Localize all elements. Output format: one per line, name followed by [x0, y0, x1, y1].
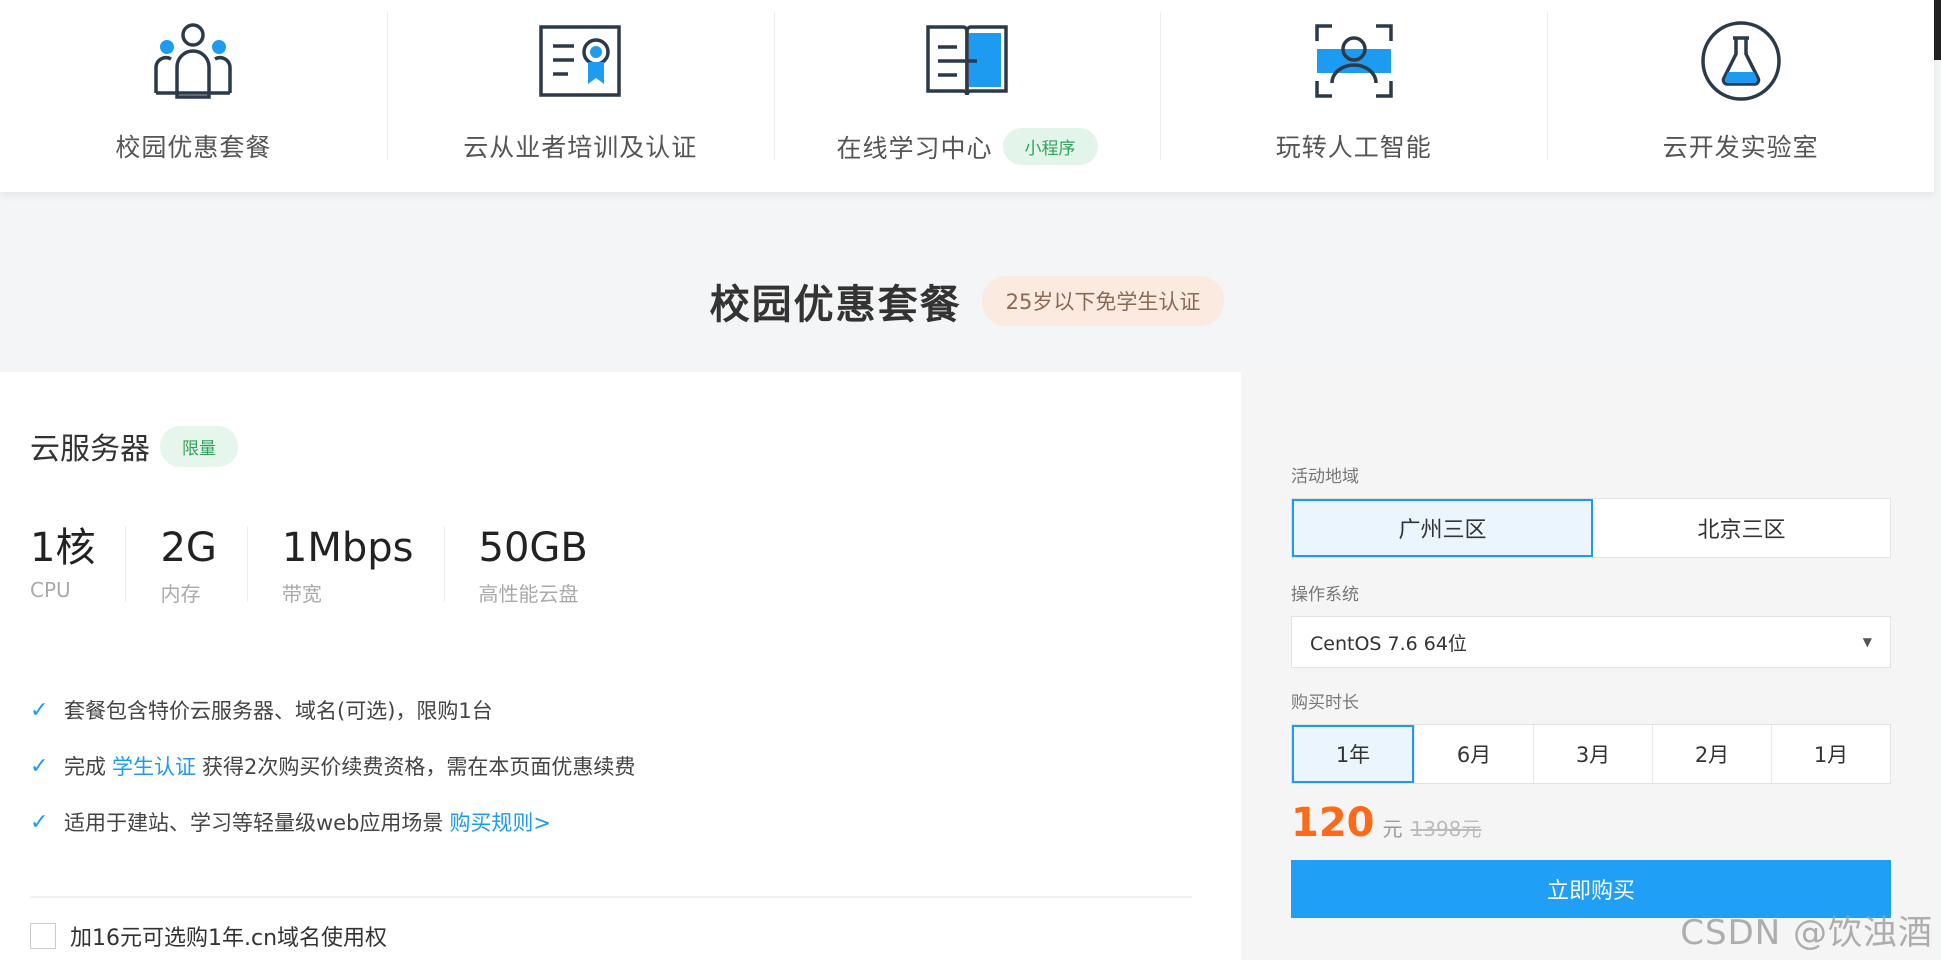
feature-item: ✓ 套餐包含特价云服务器、域名(可选)，限购1台 — [30, 682, 635, 738]
nav-label: 在线学习中心 — [836, 133, 993, 163]
order-panel: 活动地域 广州三区 北京三区 操作系统 CentOS 7.6 64位 ▼ 购买时… — [1241, 372, 1934, 960]
section-header: 校园优惠套餐 25岁以下免学生认证 — [0, 272, 1934, 330]
caret-down-icon: ▼ — [1862, 635, 1872, 649]
group-users-icon — [148, 16, 238, 106]
scrollbar-thumb[interactable] — [1934, 0, 1941, 60]
feature-item: ✓ 适用于建站、学习等轻量级web应用场景 购买规则> — [30, 794, 635, 850]
os-select[interactable]: CentOS 7.6 64位 ▼ — [1291, 616, 1891, 668]
price-row: 120 元 1398元 — [1291, 800, 1481, 846]
spec-value: 1核 — [30, 525, 96, 571]
student-auth-link[interactable]: 学生认证 — [112, 751, 196, 781]
feature-list: ✓ 套餐包含特价云服务器、域名(可选)，限购1台 ✓ 完成 学生认证 获得2次购… — [30, 682, 635, 850]
flask-icon — [1696, 16, 1786, 106]
feature-text: 完成 — [64, 755, 106, 779]
nav-label: 云从业者培训及认证 — [463, 133, 698, 162]
duration-option-6m[interactable]: 6月 — [1414, 725, 1533, 783]
section-title: 校园优惠套餐 — [709, 282, 962, 328]
spec-value: 2G — [160, 525, 217, 571]
watermark: CSDN @饮浊酒 — [1680, 913, 1933, 953]
product-title: 云服务器 — [30, 432, 150, 467]
product-card: 云服务器 限量 1核 CPU 2G 内存 1Mbps 带宽 50GB 高性能云盘… — [0, 372, 1241, 960]
certificate-icon — [535, 16, 625, 106]
duration-label: 购买时长 — [1291, 693, 1359, 713]
divider — [30, 896, 1192, 898]
purchase-rules-link[interactable]: 购买规则> — [449, 807, 551, 837]
spec-label: 内存 — [160, 582, 201, 606]
duration-selector: 1年 6月 3月 2月 1月 — [1291, 724, 1891, 784]
spec-value: 50GB — [478, 525, 588, 571]
nav-item-campus-package[interactable]: 校园优惠套餐 — [0, 0, 387, 192]
check-icon: ✓ — [30, 753, 49, 779]
mini-program-badge: 小程序 — [1002, 128, 1098, 165]
region-label: 活动地域 — [1291, 467, 1359, 487]
check-icon: ✓ — [30, 697, 49, 723]
face-scan-icon — [1309, 16, 1399, 106]
duration-option-1y[interactable]: 1年 — [1292, 725, 1414, 783]
spec-bandwidth: 1Mbps 带宽 — [281, 525, 445, 606]
spec-label: CPU — [30, 578, 71, 602]
feature-text: 适用于建站、学习等轻量级web应用场景 — [64, 811, 444, 835]
feature-text: 获得2次购买价续费资格，需在本页面优惠续费 — [202, 755, 636, 779]
duration-option-2m[interactable]: 2月 — [1652, 725, 1771, 783]
spec-value: 1Mbps — [281, 525, 414, 571]
limited-badge: 限量 — [160, 425, 238, 467]
domain-addon-checkbox[interactable] — [30, 923, 56, 949]
nav-label: 玩转人工智能 — [1275, 133, 1432, 162]
current-price: 120 — [1291, 800, 1375, 846]
top-nav: 校园优惠套餐 云从业者培训及认证 在线学习中心 小程序 玩转人工智能 云开发实验… — [0, 0, 1934, 192]
nav-item-cloud-lab[interactable]: 云开发实验室 — [1547, 0, 1934, 192]
region-selector: 广州三区 北京三区 — [1291, 498, 1891, 558]
feature-text: 套餐包含特价云服务器、域名(可选)，限购1台 — [64, 699, 493, 723]
spec-disk: 50GB 高性能云盘 — [478, 525, 618, 606]
nav-label: 校园优惠套餐 — [115, 133, 272, 162]
os-label: 操作系统 — [1291, 585, 1359, 605]
region-option-beijing[interactable]: 北京三区 — [1593, 499, 1890, 557]
nav-label: 云开发实验室 — [1662, 133, 1819, 162]
spec-memory: 2G 内存 — [160, 525, 248, 606]
spec-label: 带宽 — [281, 582, 322, 606]
original-price: 1398元 — [1410, 817, 1482, 841]
price-unit: 元 — [1382, 817, 1403, 841]
spec-label: 高性能云盘 — [478, 582, 579, 606]
nav-item-cloud-certification[interactable]: 云从业者培训及认证 — [386, 0, 774, 192]
duration-option-3m[interactable]: 3月 — [1533, 725, 1652, 783]
open-book-icon — [922, 16, 1012, 106]
duration-option-1m[interactable]: 1月 — [1771, 725, 1890, 783]
age-exemption-badge: 25岁以下免学生认证 — [981, 276, 1225, 326]
nav-item-ai[interactable]: 玩转人工智能 — [1160, 0, 1547, 192]
check-icon: ✓ — [30, 809, 49, 835]
region-option-guangzhou[interactable]: 广州三区 — [1292, 499, 1593, 557]
domain-addon-option[interactable]: 加16元可选购1年.cn域名使用权 — [30, 920, 387, 952]
spec-list: 1核 CPU 2G 内存 1Mbps 带宽 50GB 高性能云盘 — [30, 525, 652, 606]
nav-item-online-learning[interactable]: 在线学习中心 小程序 — [773, 0, 1161, 192]
domain-addon-label: 加16元可选购1年.cn域名使用权 — [70, 926, 388, 951]
os-selected-value: CentOS 7.6 64位 — [1310, 632, 1467, 655]
spec-cpu: 1核 CPU — [30, 525, 127, 602]
feature-item: ✓ 完成 学生认证 获得2次购买价续费资格，需在本页面优惠续费 — [30, 738, 635, 794]
